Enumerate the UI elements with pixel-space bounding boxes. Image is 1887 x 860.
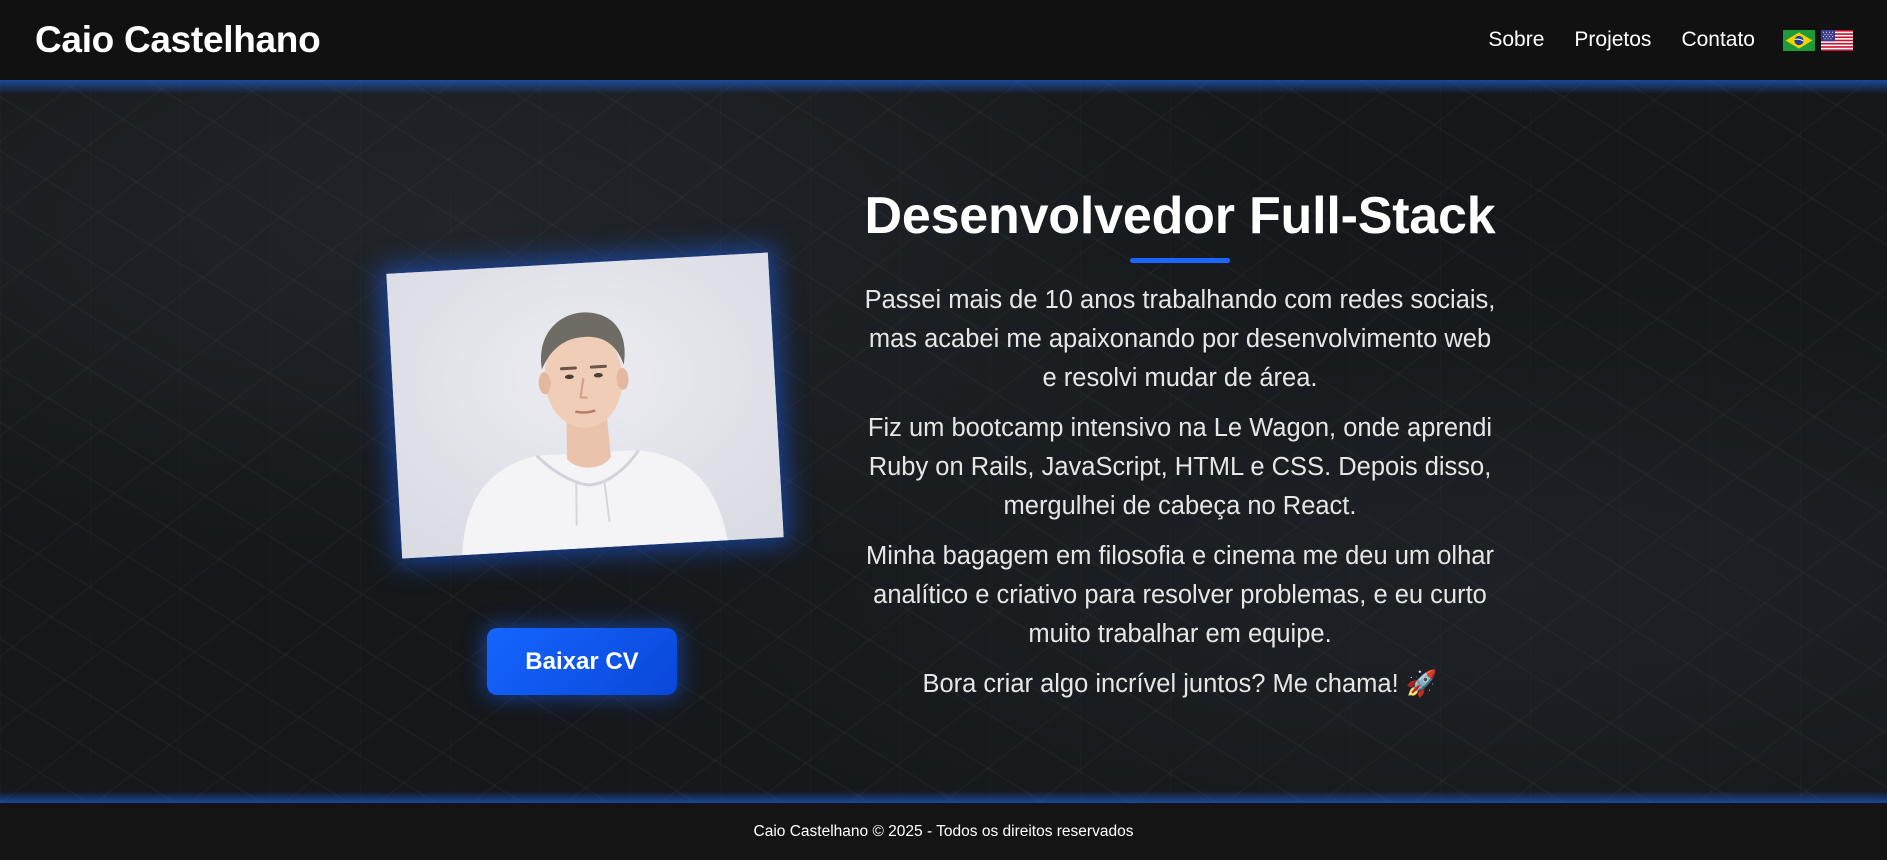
nav-link-sobre[interactable]: Sobre [1488, 28, 1544, 52]
title-underline [1130, 258, 1230, 263]
nav-link-projetos[interactable]: Projetos [1574, 28, 1651, 52]
profile-photo [386, 252, 784, 559]
about-paragraph-4: Bora criar algo incrível juntos? Me cham… [922, 670, 1438, 698]
language-switcher [1783, 29, 1853, 51]
navbar: Caio Castelhano Sobre Projetos Contato [0, 0, 1887, 80]
about-paragraph-1: Passei mais de 10 anos trabalhando com r… [864, 286, 1496, 392]
footer-text: Caio Castelhano © 2025 - Todos os direit… [753, 822, 1134, 840]
nav-links: Sobre Projetos Contato [1488, 0, 1853, 80]
hero-section: Baixar CV Desenvolvedor Full-Stack Passe… [0, 80, 1887, 803]
brazil-flag-icon[interactable] [1783, 29, 1815, 51]
brand-name[interactable]: Caio Castelhano [35, 19, 321, 61]
nav-link-contato[interactable]: Contato [1681, 28, 1755, 52]
about-content: Desenvolvedor Full-Stack Passei mais de … [860, 190, 1500, 704]
page-title: Desenvolvedor Full-Stack [864, 187, 1496, 245]
download-cv-button[interactable]: Baixar CV [487, 628, 677, 695]
about-paragraph-3: Minha bagagem em filosofia e cinema me d… [866, 542, 1494, 648]
about-paragraph-2: Fiz um bootcamp intensivo na Le Wagon, o… [867, 414, 1493, 520]
footer: Caio Castelhano © 2025 - Todos os direit… [0, 803, 1887, 860]
usa-flag-icon[interactable] [1821, 29, 1853, 51]
